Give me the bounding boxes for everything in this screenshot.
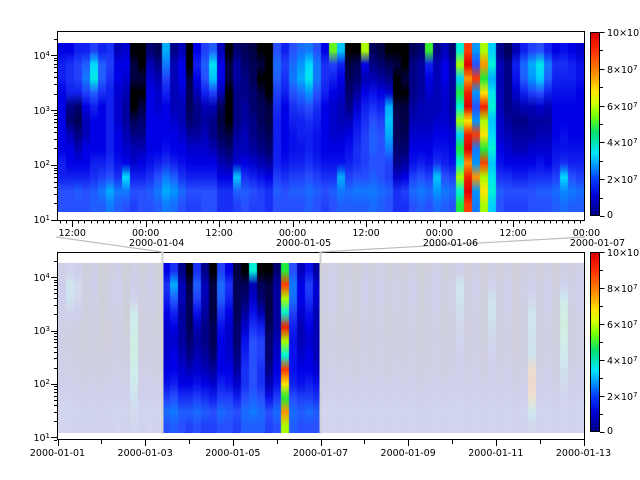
context-colorbar xyxy=(590,252,600,432)
colorbar-tick-label: 2×107 xyxy=(607,173,638,186)
colorbar-tick-label: 4×107 xyxy=(607,354,638,367)
zoomed-spectrogram-image[interactable] xyxy=(58,43,584,212)
x-tick-label-time: 00:00 xyxy=(573,228,600,239)
colorbar-tick-label: 10×107 xyxy=(607,26,640,39)
colorbar-tick-label: 8×107 xyxy=(607,282,638,295)
x-tick-label-date: 2000-01-01 xyxy=(30,448,85,459)
y-tick-label: 102 xyxy=(0,377,50,390)
colorbar-tick-label: 10×107 xyxy=(607,246,640,259)
colorbar-tick-label: 0 xyxy=(607,210,613,221)
y-tick-label: 101 xyxy=(0,431,50,444)
y-tick-label: 104 xyxy=(0,49,50,62)
x-tick-label-date: 2000-01-06 xyxy=(423,238,478,249)
x-tick-label-date: 2000-01-11 xyxy=(468,448,523,459)
y-tick-label: 104 xyxy=(0,271,50,284)
x-tick-label-date: 2000-01-03 xyxy=(118,448,173,459)
colorbar-tick-label: 2×107 xyxy=(607,390,638,403)
x-tick-label-date: 2000-01-07 xyxy=(293,448,348,459)
x-tick-label-date: 2000-01-09 xyxy=(381,448,436,459)
y-tick-label: 103 xyxy=(0,324,50,337)
colorbar-tick-label: 4×107 xyxy=(607,136,638,149)
x-tick-label-time: 12:00 xyxy=(205,228,232,239)
colorbar-tick-label: 0 xyxy=(607,426,613,437)
x-tick-label-time: 00:00 xyxy=(132,228,159,239)
colorbar-tick-label: 6×107 xyxy=(607,318,638,331)
x-tick-label-time: 00:00 xyxy=(426,228,453,239)
x-tick-label-time: 12:00 xyxy=(352,228,379,239)
x-tick-label-time: 12:00 xyxy=(499,228,526,239)
x-tick-label-time: 00:00 xyxy=(279,228,306,239)
spectrogram-viewer: 12:0000:002000-01-0412:0000:002000-01-05… xyxy=(0,0,640,480)
zoomed-colorbar xyxy=(590,32,600,216)
x-tick-label-date: 2000-01-05 xyxy=(205,448,260,459)
x-tick-label-date: 2000-01-05 xyxy=(276,238,331,249)
x-tick-label-date: 2000-01-13 xyxy=(556,448,611,459)
y-tick-label: 102 xyxy=(0,158,50,171)
colorbar-tick-label: 8×107 xyxy=(607,63,638,76)
y-tick-label: 103 xyxy=(0,104,50,117)
x-tick-label-time: 12:00 xyxy=(58,228,85,239)
y-tick-label: 101 xyxy=(0,213,50,226)
context-spectrogram-image[interactable] xyxy=(58,263,584,433)
colorbar-tick-label: 6×107 xyxy=(607,100,638,113)
x-tick-label-date: 2000-01-04 xyxy=(129,238,184,249)
